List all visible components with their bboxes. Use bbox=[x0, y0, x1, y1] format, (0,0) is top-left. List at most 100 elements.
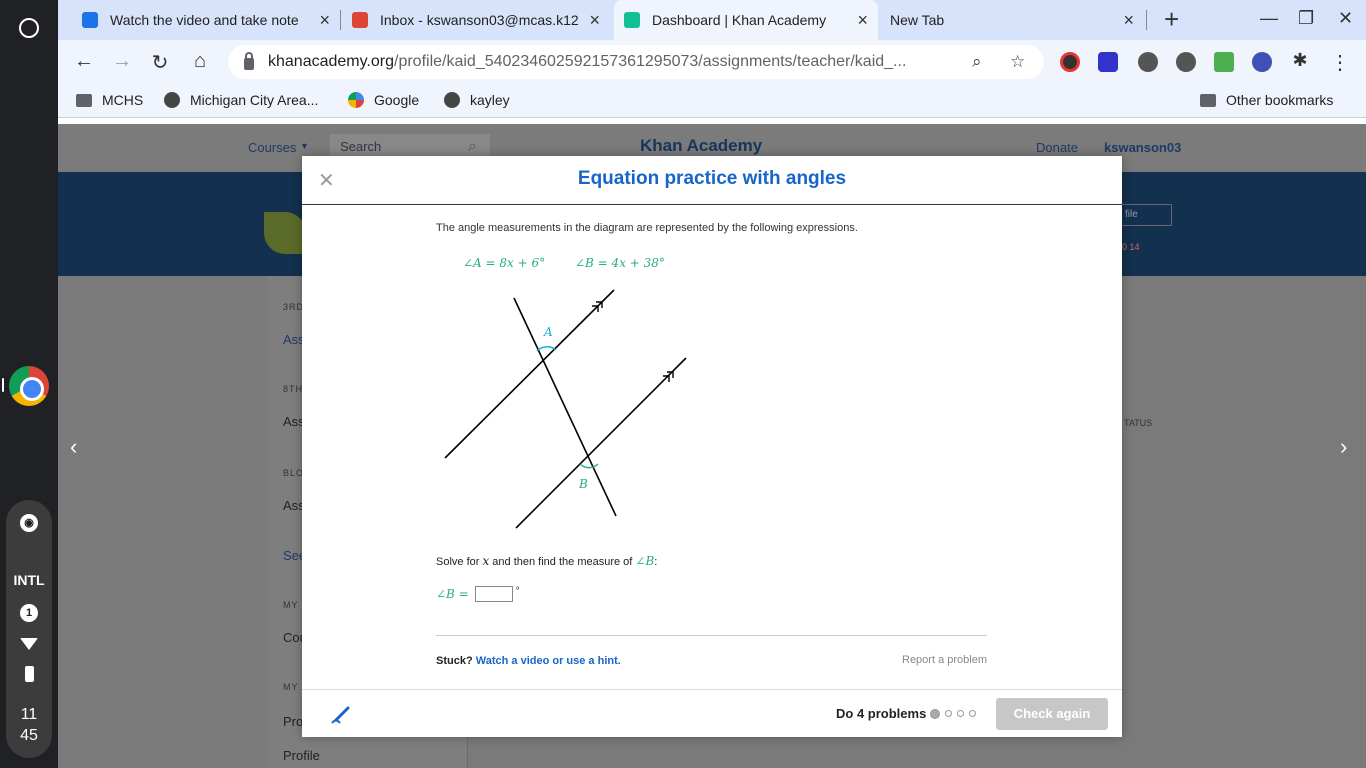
solve-text: and then find the measure of bbox=[489, 556, 636, 568]
chevron-down-icon: ▼ bbox=[300, 141, 309, 151]
exercise-modal: ✕ Equation practice with angles The angl… bbox=[302, 156, 1122, 737]
forward-icon[interactable]: → bbox=[110, 50, 134, 73]
sidebar-heading: MY bbox=[283, 600, 299, 610]
browser-toolbar: ← → ↻ ⌂ khanacademy.org/profile/kaid_540… bbox=[58, 40, 1366, 84]
khan-academy-icon bbox=[624, 12, 640, 28]
expression-a: ∠A = 8x + 6° bbox=[463, 256, 546, 270]
close-window-icon[interactable]: ✕ bbox=[1338, 8, 1353, 29]
launcher-button[interactable] bbox=[0, 8, 58, 48]
close-icon[interactable]: × bbox=[1123, 10, 1134, 31]
solve-instruction: Solve for x and then find the measure of… bbox=[436, 554, 657, 568]
hint-link[interactable]: Watch a video or use a hint. bbox=[476, 655, 621, 667]
bookmark-mchs[interactable]: MCHS bbox=[76, 92, 143, 108]
extension-c-icon[interactable] bbox=[1098, 52, 1118, 72]
bookmark-label: kayley bbox=[470, 92, 510, 108]
profile-stats: 0 14 bbox=[1122, 242, 1140, 252]
bookmark-label: Google bbox=[374, 92, 420, 108]
avatar bbox=[264, 212, 306, 254]
answer-input[interactable] bbox=[474, 586, 513, 602]
extension-shield-icon[interactable] bbox=[1138, 52, 1158, 72]
edit-profile-button[interactable]: file bbox=[1118, 204, 1172, 226]
close-icon[interactable]: × bbox=[319, 10, 330, 31]
report-problem-link[interactable]: Report a problem bbox=[902, 654, 987, 666]
new-tab-button[interactable]: + bbox=[1164, 6, 1179, 32]
solve-text: : bbox=[654, 556, 658, 568]
angle-diagram: A B bbox=[444, 289, 687, 529]
tab-classroom[interactable]: Watch the video and take note × bbox=[72, 0, 340, 40]
ka-logo[interactable]: Khan Academy bbox=[640, 136, 762, 156]
progress-dot bbox=[930, 709, 940, 719]
ime-indicator: INTL bbox=[13, 572, 45, 588]
donate-link[interactable]: Donate bbox=[1036, 140, 1078, 155]
transversal-line bbox=[513, 297, 617, 517]
gmail-icon bbox=[352, 12, 368, 28]
tab-title: Watch the video and take note bbox=[110, 12, 299, 28]
bookmark-label: Other bookmarks bbox=[1226, 92, 1334, 108]
maximize-icon[interactable]: ❐ bbox=[1298, 8, 1314, 29]
extension-k-icon[interactable] bbox=[1252, 52, 1272, 72]
bookmark-google[interactable]: Google bbox=[348, 92, 419, 108]
expression-b: ∠B = 4x + 38° bbox=[575, 256, 665, 270]
bookmark-star-icon[interactable]: ☆ bbox=[1010, 52, 1025, 72]
search-icon[interactable]: ⌕ bbox=[468, 138, 477, 156]
close-icon[interactable]: × bbox=[857, 10, 868, 31]
browser-window: Watch the video and take note × Inbox - … bbox=[58, 0, 1366, 768]
launcher-icon bbox=[19, 18, 39, 38]
home-icon[interactable]: ⌂ bbox=[188, 50, 212, 73]
sidebar-heading: MY bbox=[283, 682, 299, 692]
angle-a-label: A bbox=[543, 325, 553, 339]
ka-search-input[interactable]: Search bbox=[330, 134, 490, 158]
extension-classroom-icon[interactable] bbox=[1214, 52, 1234, 72]
other-bookmarks[interactable]: Other bookmarks bbox=[1200, 92, 1333, 108]
page-content: Courses ▼ Search ⌕ Khan Academy Donate k… bbox=[58, 124, 1366, 768]
menu-icon[interactable]: ⋮ bbox=[1328, 50, 1352, 75]
running-indicator bbox=[2, 378, 4, 392]
globe-icon bbox=[444, 92, 460, 108]
courses-menu[interactable]: Courses bbox=[248, 140, 296, 155]
degree-unit: ° bbox=[515, 585, 520, 597]
bookmark-kayley[interactable]: kayley bbox=[444, 92, 510, 108]
zoom-icon[interactable]: ⌕ bbox=[972, 52, 982, 72]
sidebar-item[interactable]: Profile bbox=[283, 748, 320, 763]
extension-shield-icon[interactable] bbox=[1176, 52, 1196, 72]
chrome-app-button[interactable] bbox=[0, 362, 58, 410]
status-tray[interactable]: ◉ INTL 1 11 45 bbox=[6, 500, 52, 758]
minimize-icon[interactable]: — bbox=[1260, 8, 1278, 29]
extension-icon[interactable] bbox=[1060, 52, 1080, 72]
address-bar[interactable]: khanacademy.org/profile/kaid_54023460259… bbox=[228, 45, 1044, 79]
angle-b-label: B bbox=[578, 477, 588, 491]
progress-dot bbox=[945, 710, 952, 717]
bookmark-michigan-city[interactable]: Michigan City Area... bbox=[164, 92, 318, 108]
tab-gmail[interactable]: Inbox - kswanson03@mcas.k12 × bbox=[342, 0, 610, 40]
notification-badge: 1 bbox=[6, 604, 52, 622]
check-again-button[interactable]: Check again bbox=[996, 698, 1108, 730]
tab-khan-academy[interactable]: Dashboard | Khan Academy × bbox=[614, 0, 878, 40]
wifi-icon bbox=[6, 638, 52, 650]
tab-separator bbox=[340, 10, 341, 30]
sidebar-item[interactable]: Pro bbox=[283, 714, 303, 729]
chevron-left-icon[interactable]: ‹ bbox=[70, 434, 77, 460]
tab-strip: Watch the video and take note × Inbox - … bbox=[58, 0, 1366, 40]
tab-new-tab[interactable]: New Tab × bbox=[880, 0, 1144, 40]
folder-icon bbox=[76, 93, 92, 107]
folder-icon bbox=[1200, 93, 1216, 107]
bookmark-label: Michigan City Area... bbox=[190, 92, 319, 108]
sidebar-heading: 8TH bbox=[283, 384, 304, 394]
puzzle-icon[interactable]: ✱ bbox=[1288, 50, 1312, 71]
back-icon[interactable]: ← bbox=[72, 50, 96, 73]
close-icon[interactable]: × bbox=[589, 10, 600, 31]
reload-icon[interactable]: ↻ bbox=[148, 50, 172, 75]
url-host: khanacademy.org bbox=[268, 53, 394, 70]
divider bbox=[436, 635, 987, 636]
hint-row: Stuck? Watch a video or use a hint. bbox=[436, 655, 621, 667]
progress-dots bbox=[930, 709, 981, 719]
username-menu[interactable]: kswanson03 bbox=[1104, 140, 1181, 155]
google-icon bbox=[348, 92, 364, 108]
scratchpad-pencil-icon[interactable] bbox=[330, 704, 352, 726]
audio-icon: ◉ bbox=[6, 514, 52, 532]
modal-title: Equation practice with angles bbox=[577, 168, 847, 189]
tab-title: Dashboard | Khan Academy bbox=[652, 12, 827, 28]
answer-lhs: ∠B = bbox=[436, 587, 469, 601]
chevron-right-icon[interactable]: › bbox=[1340, 434, 1347, 460]
question-prompt: The angle measurements in the diagram ar… bbox=[436, 222, 858, 234]
